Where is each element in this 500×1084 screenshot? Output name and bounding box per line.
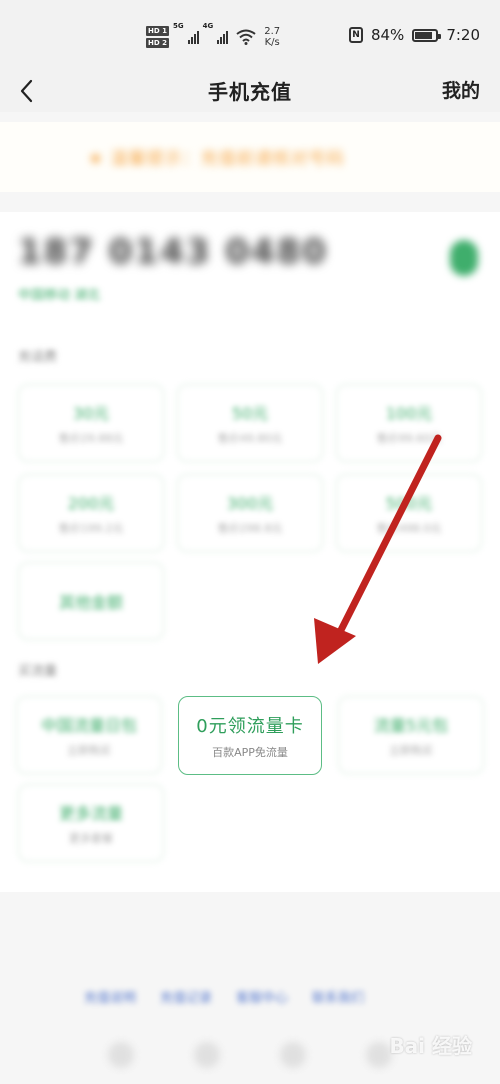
recharge-tile[interactable]: 50元 售价49.80元 [177,384,323,462]
recharge-section-label: 充话费 [18,350,58,365]
net2-label: 4G [202,22,214,30]
recharge-tile[interactable]: 100元 售价99.60元 [336,384,482,462]
recharge-tile-other[interactable]: 其他金额 [18,562,164,640]
tile-amount: 100元 [385,404,433,423]
footer-icons [108,1042,392,1068]
free-flow-card-tile[interactable]: 0元领流量卡 百款APP免流量 [178,696,322,775]
tile-price: 售价199.2元 [58,522,124,535]
carrier-label: 中国移动 湖北 [18,288,101,303]
recharge-card: 187 0143 0480 中国移动 湖北 充话费 30元 售价29.88元 5… [0,212,500,892]
hd-badges: HD 1 HD 2 [146,26,169,48]
recharge-tile[interactable]: 300元 售价298.8元 [177,474,323,552]
flow-section-label: 买流量 [18,664,58,679]
net-speed: 2.7 K/s [264,26,280,48]
tile-title: 流量5元包 [373,716,449,735]
notice-banner[interactable]: ★ 温馨提示：充值前请核对号码 [0,122,500,192]
flow-tile[interactable]: 中国流量日包 立即购买 [16,696,162,774]
tile-amount: 500元 [385,494,433,513]
flow-tile[interactable]: 更多流量 更多套餐 [18,784,164,862]
recharge-tile[interactable]: 500元 售价498.0元 [336,474,482,552]
hd2-badge: HD 2 [146,38,169,48]
tile-price: 售价49.80元 [217,432,283,445]
battery-icon [412,28,442,42]
tile-amount: 200元 [67,494,115,513]
tile-price: 售价99.60元 [376,432,442,445]
notice-text: ★ 温馨提示：充值前请核对号码 [88,149,345,169]
system-indicators: N 84% 7:20 [348,26,480,44]
tile-amount: 300元 [226,494,274,513]
footer-icon[interactable] [108,1042,134,1068]
clock: 7:20 [446,26,480,44]
flow-tile[interactable]: 流量5元包 立即购买 [338,696,484,774]
contacts-icon[interactable] [450,240,478,276]
tile-title: 更多流量 [58,804,123,823]
speed-value: 2.7 [264,26,281,37]
tile-price: 售价298.8元 [217,522,283,535]
tile-subtitle: 立即购买 [67,744,111,757]
page-content: ★ 温馨提示：充值前请核对号码 187 0143 0480 中国移动 湖北 充话… [0,112,500,1084]
baidu-watermark: Bai 经验 [389,1034,472,1058]
footer-link[interactable]: 客服中心 [236,987,288,1006]
footer-icon[interactable] [194,1042,220,1068]
recharge-tile[interactable]: 30元 售价29.88元 [18,384,164,462]
tile-amount: 50元 [231,404,269,423]
tile-subtitle: 更多套餐 [69,832,113,845]
battery-fill [415,31,433,39]
footer-link[interactable]: 联系我们 [312,987,364,1006]
tile-subtitle: 立即购买 [389,744,433,757]
speed-unit: K/s [264,37,280,48]
app-header: 手机充值 我的 [0,72,500,112]
featured-subtitle: 百款APP免流量 [212,745,288,759]
signal-icon-2 [217,30,229,44]
footer-link[interactable]: 充值说明 [84,987,136,1006]
tile-title: 中国流量日包 [40,716,137,735]
tile-price: 售价498.0元 [376,522,442,535]
footer-link[interactable]: 充值记录 [160,987,212,1006]
featured-title: 0元领流量卡 [196,715,304,737]
tile-amount: 其他金额 [58,593,123,612]
recharge-tile[interactable]: 200元 售价199.2元 [18,474,164,552]
signal-icon-1 [187,30,199,44]
nfc-icon: N [348,27,363,43]
wifi-icon [236,29,256,45]
my-link[interactable]: 我的 [442,76,480,103]
tile-price: 售价29.88元 [58,432,124,445]
status-bar: HD 1 HD 2 5G 4G 2.7 K/s N 84% 7:20 [0,0,500,72]
network-indicators: HD 1 HD 2 5G 4G 2.7 K/s [146,22,280,52]
tile-amount: 30元 [72,404,110,423]
phone-number[interactable]: 187 0143 0480 [18,232,328,272]
hd1-badge: HD 1 [146,26,169,36]
footer-links: 充值说明 充值记录 客服中心 联系我们 [84,987,364,1006]
footer-icon[interactable] [280,1042,306,1068]
page-title: 手机充值 [208,80,292,104]
net1-label: 5G [172,22,184,30]
battery-percent: 84% [370,26,405,44]
